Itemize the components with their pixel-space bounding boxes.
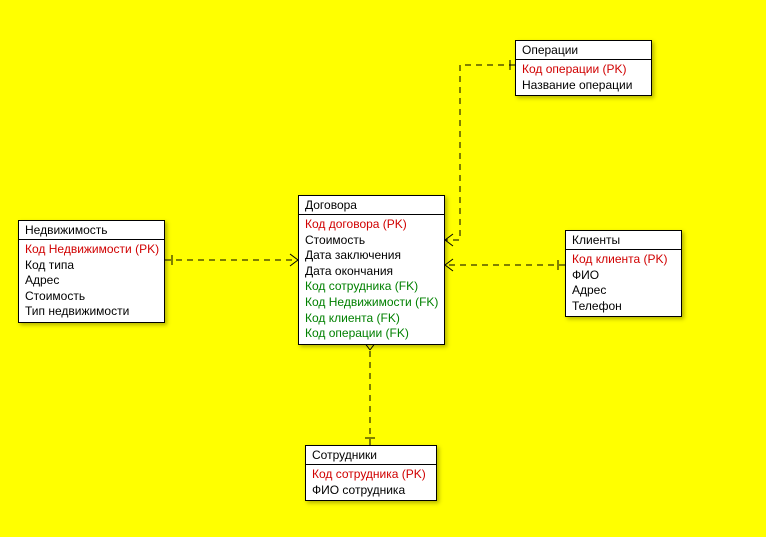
entity-operations: Операции Код операции (PK) Название опер… xyxy=(515,40,652,96)
attr: Стоимость xyxy=(305,233,438,249)
attr: Название операции xyxy=(522,78,645,94)
entity-realestate-title: Недвижимость xyxy=(19,221,164,240)
attr: Код клиента (PK) xyxy=(572,252,675,268)
entity-operations-title: Операции xyxy=(516,41,651,60)
attr: Код Недвижимости (FK) xyxy=(305,295,438,311)
entity-realestate-body: Код Недвижимости (PK) Код типа Адрес Сто… xyxy=(19,240,164,322)
entity-employees-title: Сотрудники xyxy=(306,446,436,465)
attr: Код типа xyxy=(25,258,158,274)
attr: Код операции (PK) xyxy=(522,62,645,78)
entity-employees-body: Код сотрудника (PK) ФИО сотрудника xyxy=(306,465,436,500)
entity-clients: Клиенты Код клиента (PK) ФИО Адрес Телеф… xyxy=(565,230,682,317)
attr: Стоимость xyxy=(25,289,158,305)
attr: Телефон xyxy=(572,299,675,315)
attr: Адрес xyxy=(25,273,158,289)
attr: Дата заключения xyxy=(305,248,438,264)
entity-contracts-body: Код договора (PK) Стоимость Дата заключе… xyxy=(299,215,444,344)
attr: Код сотрудника (FK) xyxy=(305,279,438,295)
entity-operations-body: Код операции (PK) Название операции xyxy=(516,60,651,95)
attr: Адрес xyxy=(572,283,675,299)
attr: Дата окончания xyxy=(305,264,438,280)
entity-employees: Сотрудники Код сотрудника (PK) ФИО сотру… xyxy=(305,445,437,501)
entity-realestate: Недвижимость Код Недвижимости (PK) Код т… xyxy=(18,220,165,323)
entity-clients-title: Клиенты xyxy=(566,231,681,250)
attr: Код клиента (FK) xyxy=(305,311,438,327)
attr: Код сотрудника (PK) xyxy=(312,467,430,483)
attr: ФИО xyxy=(572,268,675,284)
entity-clients-body: Код клиента (PK) ФИО Адрес Телефон xyxy=(566,250,681,316)
attr: ФИО сотрудника xyxy=(312,483,430,499)
entity-contracts-title: Договора xyxy=(299,196,444,215)
entity-contracts: Договора Код договора (PK) Стоимость Дат… xyxy=(298,195,445,345)
attr: Тип недвижимости xyxy=(25,304,158,320)
attr: Код Недвижимости (PK) xyxy=(25,242,158,258)
attr: Код договора (PK) xyxy=(305,217,438,233)
attr: Код операции (FK) xyxy=(305,326,438,342)
